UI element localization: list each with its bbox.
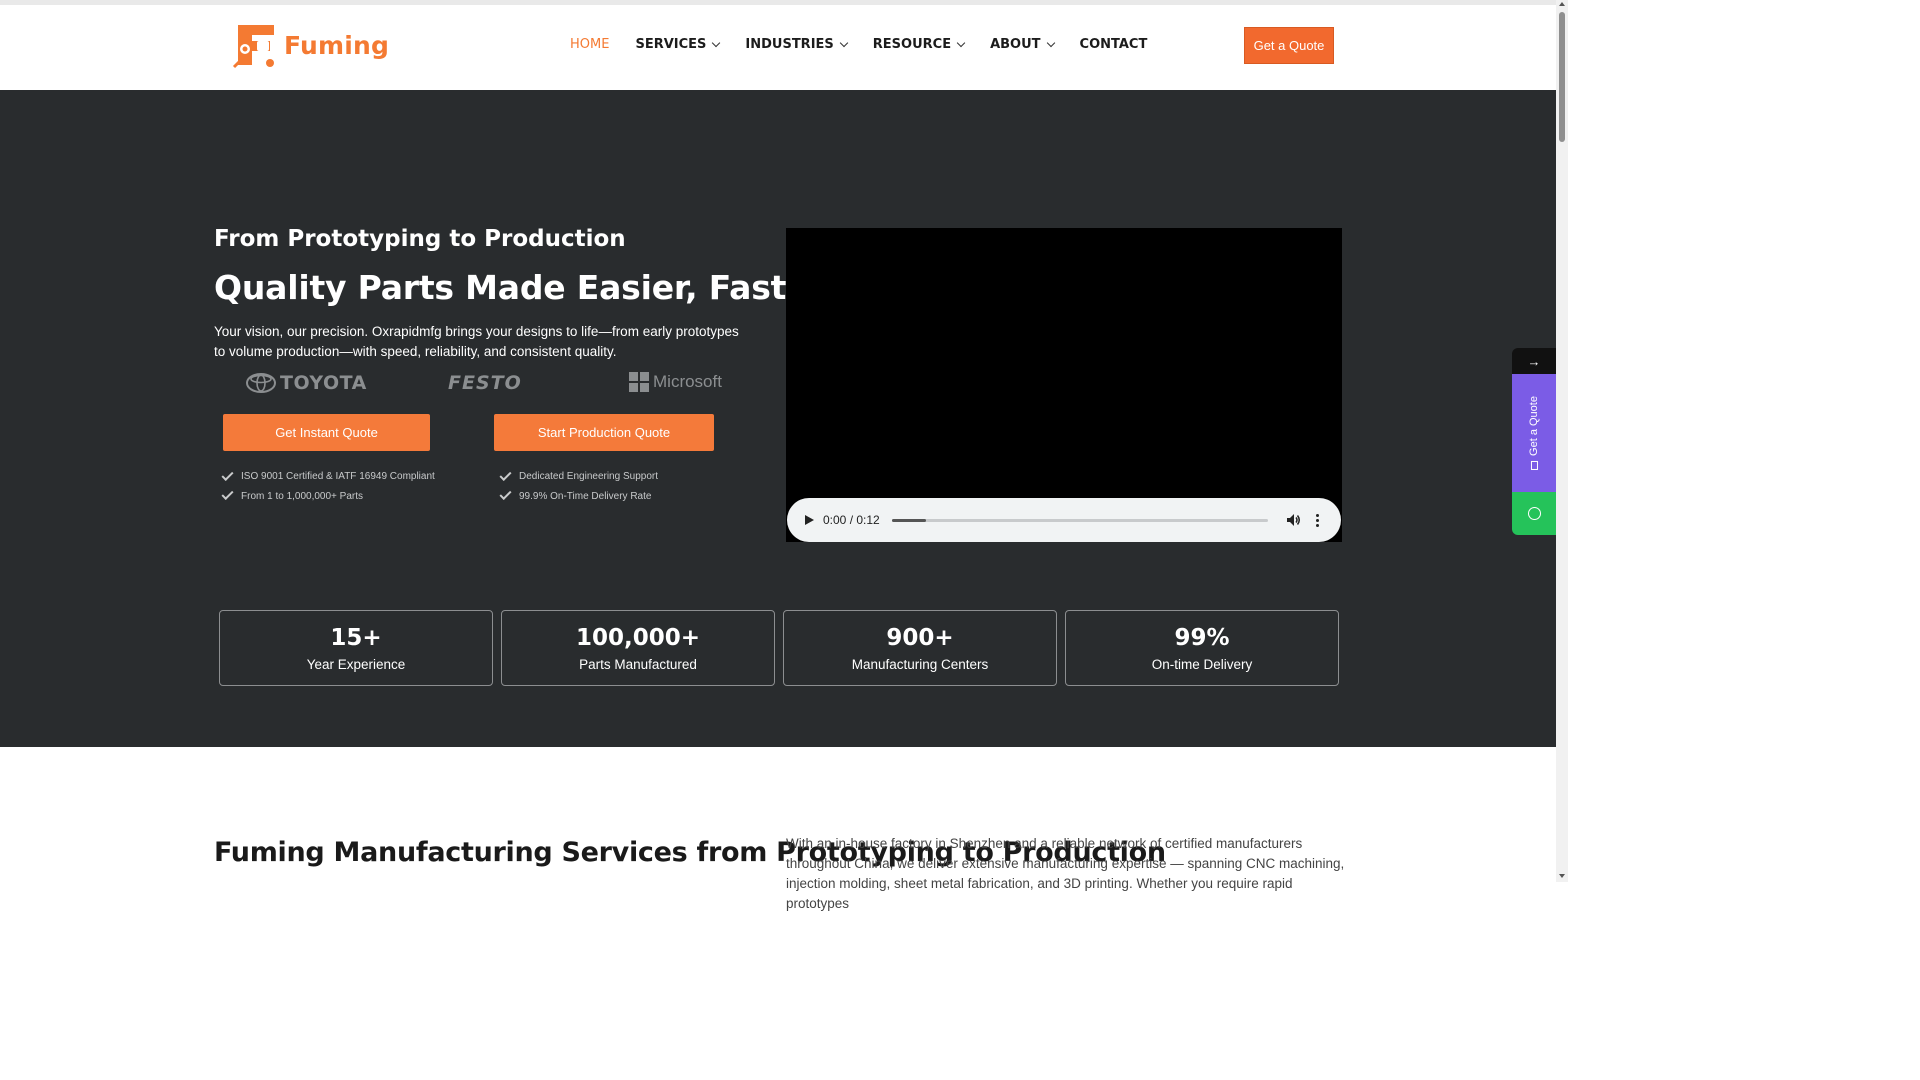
logo-icon: [232, 25, 274, 69]
hero-title: Quality Parts Made Easier, Faster: [214, 268, 825, 307]
feature-item: ISO 9001 Certified & IATF 16949 Complian…: [221, 467, 435, 487]
nav-services[interactable]: SERVICES: [635, 37, 721, 52]
logo-text: Fuming: [284, 30, 390, 60]
scroll-down-icon[interactable]: [1559, 874, 1565, 878]
nav-resource-label: RESOURCE: [872, 37, 952, 52]
nav-industries-label: INDUSTRIES: [745, 37, 834, 52]
brand-logos: TOYOTA FESTO Microsoft: [246, 372, 736, 398]
nav-resource[interactable]: RESOURCE: [872, 37, 966, 52]
site-header: Fuming HOME SERVICES INDUSTRIES RESOURCE…: [0, 5, 1556, 90]
hero-subtitle: From Prototyping to Production: [214, 226, 626, 252]
microsoft-logo: Microsoft: [629, 372, 722, 392]
nav-home-label: HOME: [570, 37, 610, 52]
chevron-down-icon: [1046, 38, 1055, 47]
nav-contact-label: CONTACT: [1079, 37, 1148, 52]
stat-value: 900+: [886, 624, 954, 651]
get-a-quote-button[interactable]: Get a Quote: [1244, 27, 1334, 64]
stat-value: 15+: [330, 624, 382, 651]
start-production-quote-button[interactable]: Start Production Quote: [494, 414, 714, 451]
side-get-a-quote-button[interactable]: Get a Quote: [1512, 374, 1556, 492]
video-controls: 0:00 / 0:12: [787, 498, 1341, 542]
feature-text: ISO 9001 Certified & IATF 16949 Complian…: [241, 471, 435, 483]
side-contact-widget: → Get a Quote: [1512, 348, 1556, 535]
logo[interactable]: Fuming: [230, 19, 389, 71]
nav-services-label: SERVICES: [635, 37, 707, 52]
feature-item: From 1 to 1,000,000+ Parts: [221, 487, 435, 507]
check-icon: [221, 488, 234, 501]
toyota-logo-text: TOYOTA: [280, 372, 367, 394]
scroll-up-icon[interactable]: [1559, 2, 1565, 6]
stat-card: 15+ Year Experience: [219, 610, 493, 686]
stats-row: 15+ Year Experience 100,000+ Parts Manuf…: [219, 610, 1339, 686]
chevron-down-icon: [956, 38, 966, 47]
feature-list-right: Dedicated Engineering Support 99.9% On-T…: [499, 467, 658, 506]
stat-label: On-time Delivery: [1151, 656, 1253, 672]
nav-about-label: ABOUT: [990, 37, 1041, 52]
main-nav: HOME SERVICES INDUSTRIES RESOURCE ABOUT …: [570, 37, 1173, 52]
check-icon: [499, 468, 512, 481]
feature-list-left: ISO 9001 Certified & IATF 16949 Complian…: [221, 467, 435, 506]
mail-icon: [1530, 460, 1538, 470]
stat-card: 900+ Manufacturing Centers: [783, 610, 1057, 686]
nav-contact[interactable]: CONTACT: [1080, 37, 1148, 52]
festo-logo: FESTO: [448, 372, 522, 394]
hero-description: Your vision, our precision. Oxrapidmfg b…: [214, 324, 739, 359]
stat-card: 100,000+ Parts Manufactured: [501, 610, 775, 686]
stat-label: Parts Manufactured: [579, 656, 697, 672]
chevron-down-icon: [839, 38, 849, 47]
volume-icon[interactable]: [1286, 513, 1302, 527]
feature-item: 99.9% On-Time Delivery Rate: [499, 487, 658, 507]
collapse-arrow-icon[interactable]: →: [1512, 348, 1556, 374]
feature-text: 99.9% On-Time Delivery Rate: [519, 490, 652, 502]
side-quote-label: Get a Quote: [1528, 396, 1540, 456]
feature-text: Dedicated Engineering Support: [519, 471, 658, 483]
feature-item: Dedicated Engineering Support: [499, 467, 658, 487]
stat-value: 99%: [1174, 624, 1230, 651]
video-time: 0:00 / 0:12: [823, 513, 880, 527]
page-scrollbar[interactable]: [1556, 0, 1568, 882]
toyota-logo: TOYOTA: [246, 372, 367, 394]
check-icon: [221, 468, 234, 481]
hero-video[interactable]: 0:00 / 0:12: [786, 228, 1342, 542]
video-progress-fill: [891, 518, 926, 522]
feature-text: From 1 to 1,000,000+ Parts: [241, 490, 364, 502]
get-instant-quote-button[interactable]: Get Instant Quote: [223, 414, 430, 451]
play-icon[interactable]: [805, 515, 814, 525]
stat-label: Manufacturing Centers: [851, 656, 989, 672]
stat-card: 99% On-time Delivery: [1065, 610, 1339, 686]
whatsapp-icon: [1527, 507, 1541, 520]
video-progress-bar[interactable]: [891, 518, 1268, 522]
stat-label: Year Experience: [306, 656, 406, 672]
microsoft-logo-text: Microsoft: [653, 372, 722, 391]
nav-industries[interactable]: INDUSTRIES: [745, 37, 849, 52]
festo-logo-text: FESTO: [448, 372, 522, 394]
services-section-text: With an in-house factory in Shenzhen and…: [786, 836, 1345, 911]
whatsapp-button[interactable]: [1512, 492, 1556, 535]
more-options-icon[interactable]: [1315, 513, 1319, 527]
check-icon: [499, 488, 512, 501]
toyota-emblem-icon: [246, 373, 276, 393]
nav-home[interactable]: HOME: [570, 37, 609, 52]
scroll-thumb[interactable]: [1559, 12, 1565, 142]
hero-section: From Prototyping to Production Quality P…: [0, 90, 1556, 747]
nav-about[interactable]: ABOUT: [990, 37, 1055, 52]
stat-value: 100,000+: [575, 624, 701, 651]
microsoft-windows-icon: [629, 372, 649, 392]
chevron-down-icon: [712, 38, 721, 47]
